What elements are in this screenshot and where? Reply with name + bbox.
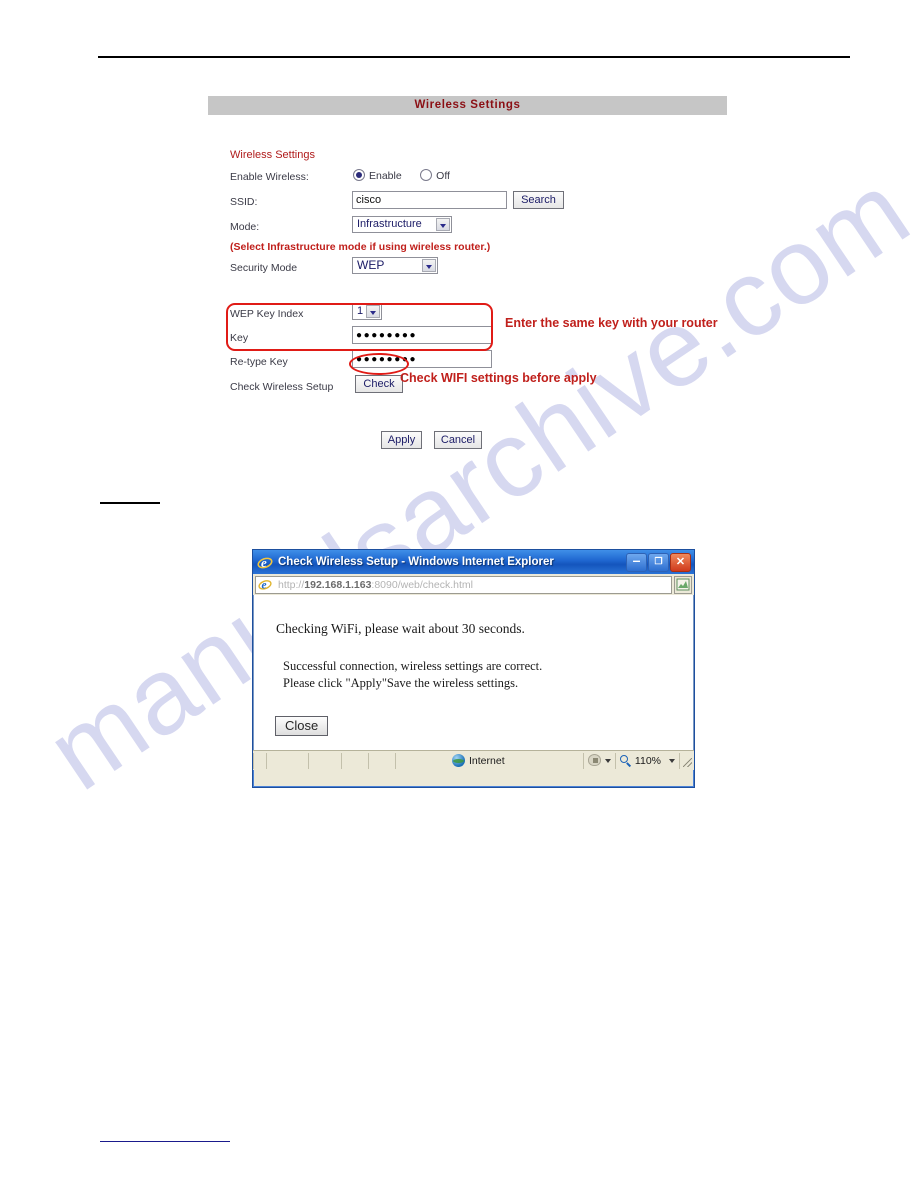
section-divider-rule <box>100 502 160 504</box>
label-ssid: SSID: <box>230 196 258 208</box>
label-wep-key-index: WEP Key Index <box>230 308 304 320</box>
close-button[interactable]: Close <box>275 716 329 736</box>
label-security-mode: Security Mode <box>230 262 298 274</box>
zoom-level-control[interactable]: 110% <box>616 752 680 769</box>
ie-address-bar[interactable]: e http://192.168.1.163:8090/web/check.ht… <box>253 574 694 595</box>
status-pane-3 <box>309 752 342 769</box>
close-icon: ✕ <box>675 555 686 568</box>
address-bar-ie-icon: e <box>258 577 274 593</box>
security-mode-select[interactable]: WEP <box>352 257 438 274</box>
annotation-key-note: Enter the same key with your router <box>505 316 718 330</box>
maximize-icon: ❐ <box>654 555 663 566</box>
status-pane-1 <box>253 752 267 769</box>
label-retype-key: Re-type Key <box>230 356 288 368</box>
maximize-button[interactable]: ❐ <box>648 552 669 572</box>
url-scheme: http:// <box>278 578 305 591</box>
security-zone-indicator[interactable]: Internet <box>396 752 584 769</box>
key-input[interactable]: ●●●●●●●● <box>352 326 492 344</box>
ie-window-title: Check Wireless Setup - Windows Internet … <box>278 556 554 568</box>
security-zone-label: Internet <box>469 754 505 767</box>
annotation-check-note: Check WIFI settings before apply <box>400 371 597 385</box>
ie-browser-window: e Check Wireless Setup - Windows Interne… <box>252 549 695 788</box>
status-pane-2 <box>267 752 309 769</box>
zoom-level-label: 110% <box>634 754 661 767</box>
label-key: Key <box>230 332 249 344</box>
chevron-down-icon[interactable] <box>436 218 450 231</box>
page-header-rule <box>98 56 850 58</box>
ie-page-content: Checking WiFi, please wait about 30 seco… <box>253 595 694 750</box>
check-button[interactable]: Check <box>355 375 403 393</box>
panel-header-title: Wireless Settings <box>208 96 727 115</box>
wep-key-index-value: 1 <box>357 305 364 317</box>
internet-explorer-icon: e <box>257 554 273 570</box>
retype-key-input[interactable]: ●●●●●●●● <box>352 350 492 368</box>
lock-icon <box>587 754 602 767</box>
url-text: http://192.168.1.163:8090/web/check.html <box>278 579 473 591</box>
checking-message: Checking WiFi, please wait about 30 seco… <box>276 621 525 636</box>
page-action-icon[interactable] <box>674 575 692 594</box>
protected-mode-indicator[interactable] <box>584 752 616 769</box>
radio-enable[interactable]: Enable <box>353 169 402 182</box>
chevron-down-icon[interactable] <box>366 305 380 318</box>
radio-off-icon <box>420 169 433 182</box>
url-rest: :8090/web/check.html <box>371 578 473 591</box>
label-check-wireless-setup: Check Wireless Setup <box>230 381 334 393</box>
apply-button[interactable]: Apply <box>381 431 422 449</box>
url-input[interactable]: e http://192.168.1.163:8090/web/check.ht… <box>255 575 672 594</box>
wep-key-index-select[interactable]: 1 <box>352 303 382 320</box>
footer-link-rule[interactable] <box>100 1141 230 1142</box>
close-window-button[interactable]: ✕ <box>670 552 691 572</box>
chevron-down-icon[interactable] <box>604 758 611 763</box>
label-mode: Mode: <box>230 221 260 233</box>
chevron-down-icon[interactable] <box>669 758 675 763</box>
radio-enable-icon <box>353 169 365 182</box>
chevron-down-icon[interactable] <box>422 259 436 272</box>
security-mode-select-value: WEP <box>357 258 385 272</box>
search-button[interactable]: Search <box>513 191 564 209</box>
zoom-icon <box>619 754 632 767</box>
panel-body: Wireless Settings Enable Wireless: Enabl… <box>208 115 745 449</box>
status-pane-4 <box>342 752 369 769</box>
cancel-button[interactable]: Cancel <box>434 431 482 449</box>
label-enable-wireless: Enable Wireless: <box>230 171 309 183</box>
resize-grip[interactable] <box>680 753 694 769</box>
wireless-settings-panel: Wireless Settings Wireless Settings Enab… <box>208 96 745 449</box>
svg-text:e: e <box>262 579 267 591</box>
mode-note: (Select Infrastructure mode if using wir… <box>230 241 491 253</box>
minimize-icon: – <box>632 551 641 568</box>
mode-select[interactable]: Infrastructure <box>352 216 452 233</box>
globe-icon <box>452 754 465 767</box>
ie-titlebar[interactable]: e Check Wireless Setup - Windows Interne… <box>253 550 694 574</box>
success-message: Successful connection, wireless settings… <box>283 659 543 673</box>
mode-select-value: Infrastructure <box>357 218 422 230</box>
radio-enable-label: Enable <box>369 170 402 183</box>
ssid-input[interactable]: cisco <box>352 191 507 209</box>
section-title: Wireless Settings <box>230 149 315 161</box>
radio-off[interactable]: Off <box>420 169 450 182</box>
enable-wireless-radio-group[interactable]: Enable Off <box>353 167 464 185</box>
ie-status-bar: Internet 110% <box>253 750 694 770</box>
status-pane-5 <box>369 752 396 769</box>
radio-off-label: Off <box>436 170 450 183</box>
svg-text:e: e <box>261 555 267 570</box>
apply-instruction-message: Please click "Apply"Save the wireless se… <box>283 676 519 690</box>
minimize-button[interactable]: – <box>626 551 647 572</box>
url-host: 192.168.1.163 <box>304 578 372 591</box>
